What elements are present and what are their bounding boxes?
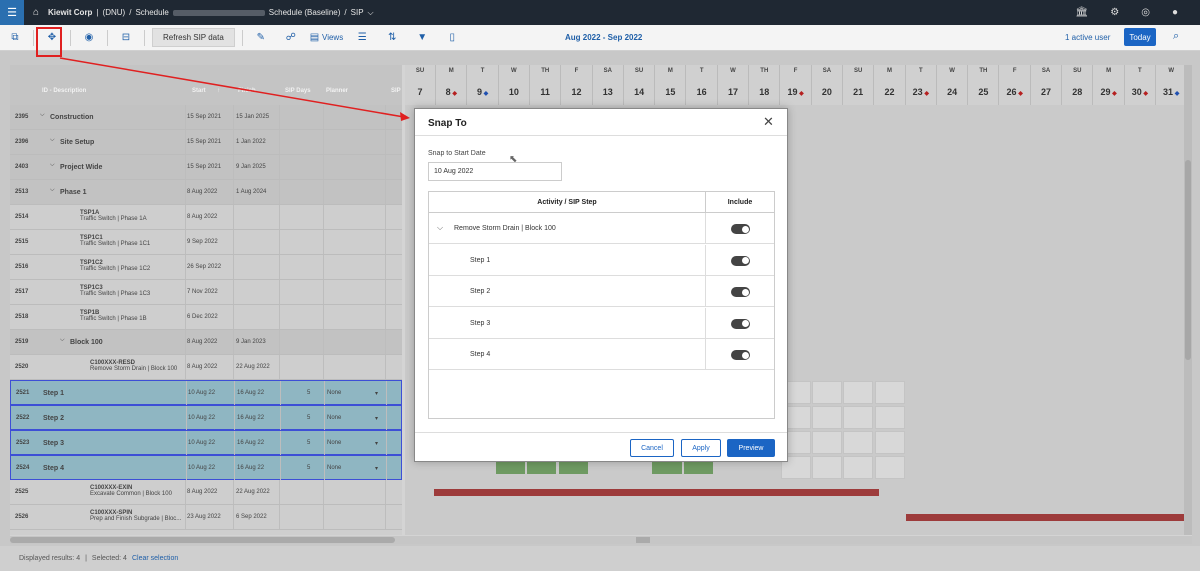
include-cell: [705, 339, 774, 370]
divider: [415, 135, 787, 136]
step-label: Step 1: [470, 256, 491, 264]
table-header: Activity / SIP Step Include: [429, 192, 774, 213]
cancel-button[interactable]: Cancel: [630, 439, 674, 457]
preview-button[interactable]: Preview: [727, 439, 775, 457]
step-label: Step 4: [470, 351, 491, 358]
step-row: ⌵ Remove Storm Drain | Block 100: [429, 213, 774, 244]
step-label: Step 2: [470, 288, 491, 295]
snap-to-dialog: Snap To ✕ Snap to Start Date ⬉ Activity …: [414, 108, 788, 462]
include-toggle[interactable]: [731, 287, 750, 297]
step-row: Step 1: [429, 244, 774, 276]
header-include: Include: [705, 192, 774, 213]
close-icon[interactable]: ✕: [763, 114, 774, 130]
step-row: Step 4: [429, 339, 774, 370]
include-cell: [705, 213, 774, 244]
include-toggle[interactable]: [731, 318, 750, 329]
include-cell: [705, 307, 774, 339]
chevron-down-icon[interactable]: ⌵: [437, 223, 443, 233]
step-label: Step 3: [470, 319, 491, 327]
step-row: Step 3: [429, 307, 774, 339]
header-activity: Activity / SIP Step: [537, 199, 597, 206]
snap-date-input[interactable]: [428, 162, 562, 181]
dialog-title: Snap To: [428, 118, 467, 129]
include-toggle[interactable]: [731, 350, 750, 360]
step-label: Remove Storm Drain | Block 100: [454, 225, 556, 232]
include-cell: [705, 276, 774, 307]
divider: [415, 432, 787, 433]
include-toggle[interactable]: [731, 224, 750, 234]
include-toggle[interactable]: [731, 255, 750, 266]
apply-button[interactable]: Apply: [681, 439, 721, 457]
snap-date-label: Snap to Start Date: [428, 150, 486, 157]
include-cell: [705, 244, 774, 276]
snap-steps-table: Activity / SIP Step Include ⌵ Remove Stor…: [428, 191, 775, 419]
step-row: Step 2: [429, 276, 774, 307]
